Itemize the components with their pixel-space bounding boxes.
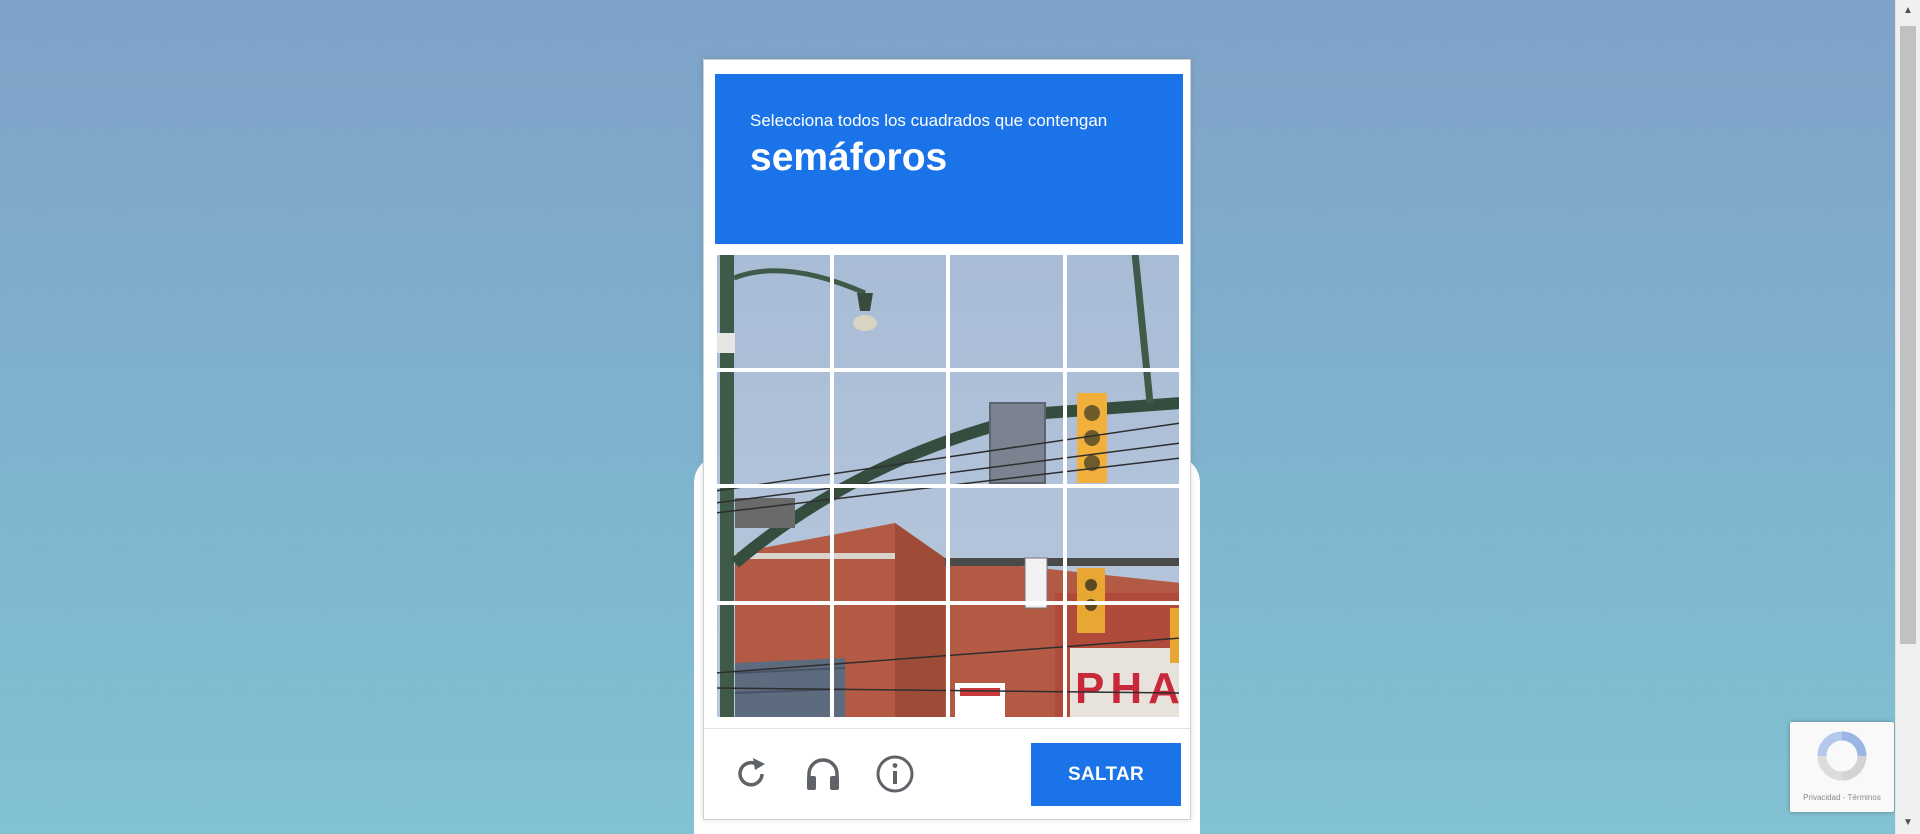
captcha-tile[interactable] xyxy=(715,253,832,370)
info-icon[interactable] xyxy=(873,752,917,796)
page-scrollbar[interactable]: ▲ ▼ xyxy=(1895,0,1920,834)
captcha-tile[interactable] xyxy=(948,486,1065,603)
scroll-down-arrow-icon[interactable]: ▼ xyxy=(1896,812,1920,834)
captcha-tile[interactable] xyxy=(948,369,1065,486)
captcha-tile[interactable] xyxy=(831,253,948,370)
reload-icon[interactable] xyxy=(729,752,773,796)
captcha-tile[interactable] xyxy=(831,369,948,486)
captcha-tile-grid xyxy=(715,253,1181,719)
captcha-tile[interactable] xyxy=(1064,486,1181,603)
captcha-tile[interactable] xyxy=(715,486,832,603)
captcha-tile[interactable] xyxy=(948,253,1065,370)
captcha-instruction: Selecciona todos los cuadrados que conte… xyxy=(750,111,1108,130)
recaptcha-privacy-terms[interactable]: Privacidad - Términos xyxy=(1790,793,1894,802)
captcha-tile[interactable] xyxy=(948,602,1065,719)
captcha-tile[interactable] xyxy=(1064,602,1181,719)
captcha-tile[interactable] xyxy=(715,369,832,486)
recaptcha-logo-icon xyxy=(1817,731,1867,781)
skip-button[interactable]: SALTAR xyxy=(1031,743,1181,806)
captcha-image-grid: PHAR xyxy=(715,253,1181,719)
footer-divider xyxy=(704,728,1190,729)
captcha-tile[interactable] xyxy=(1064,369,1181,486)
scroll-thumb[interactable] xyxy=(1900,26,1916,644)
audio-headphones-icon[interactable] xyxy=(801,752,845,796)
captcha-tile[interactable] xyxy=(1064,253,1181,370)
recaptcha-badge[interactable]: Privacidad - Términos xyxy=(1790,722,1894,812)
captcha-target-object: semáforos xyxy=(750,136,948,179)
captcha-header: Selecciona todos los cuadrados que conte… xyxy=(715,74,1183,244)
scroll-up-arrow-icon[interactable]: ▲ xyxy=(1896,0,1920,22)
captcha-dialog: Selecciona todos los cuadrados que conte… xyxy=(703,59,1191,820)
captcha-tile[interactable] xyxy=(831,602,948,719)
captcha-tile[interactable] xyxy=(715,602,832,719)
captcha-tile[interactable] xyxy=(831,486,948,603)
